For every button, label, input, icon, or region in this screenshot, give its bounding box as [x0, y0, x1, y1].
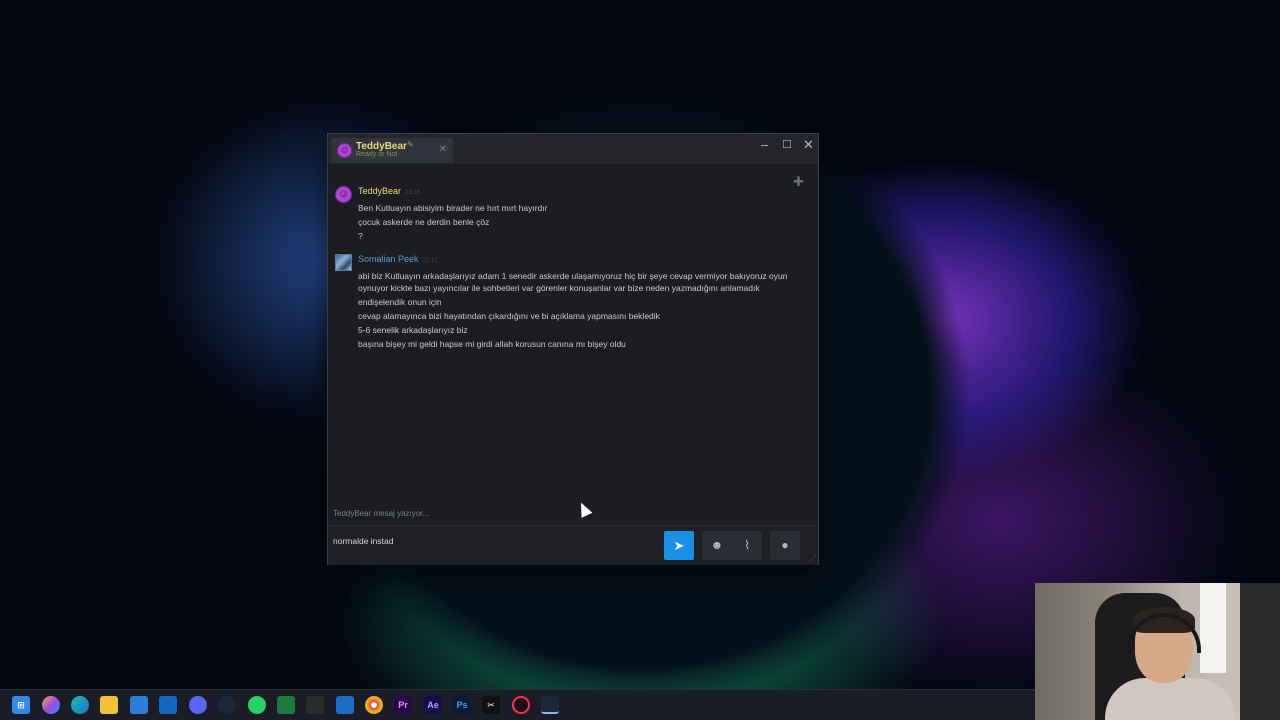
whatsapp-icon[interactable] — [248, 696, 266, 714]
message-sender-name[interactable]: Somalian Peek — [358, 254, 419, 264]
affinity-icon[interactable] — [336, 696, 354, 714]
teddybear-avatar[interactable]: ☺ — [335, 186, 352, 203]
emoji-icon: ☻ — [710, 538, 724, 552]
message-line: başına bişey mi geldi hapse mi girdi all… — [358, 339, 626, 349]
chat-titlebar[interactable]: ☺ TeddyBear ✎ Ready or Not ✕ – ☐ ✕ — [328, 134, 818, 164]
chat-message-input[interactable] — [333, 530, 653, 552]
attach-button[interactable]: ⌇ — [732, 531, 762, 560]
chat-tools: ☻ ⌇ — [702, 531, 762, 560]
resize-grip-icon[interactable]: ⋰ — [808, 554, 816, 563]
unity-icon[interactable] — [306, 696, 324, 714]
chrome-icon[interactable] — [365, 696, 383, 714]
copilot-icon[interactable] — [42, 696, 60, 714]
message-line: Ben Kutluayın abisiyim birader ne hırt m… — [358, 203, 548, 213]
message-sender-row: Somalian Peek 23:17 — [358, 254, 438, 264]
send-icon: ➤ — [673, 538, 685, 553]
windows-start-icon[interactable]: ⊞ — [12, 696, 30, 714]
window-close-icon[interactable]: ✕ — [803, 138, 814, 152]
message-line: 5-6 senelik arkadaşlarıyız biz — [358, 325, 468, 335]
edge-icon[interactable] — [71, 696, 89, 714]
capcut-icon[interactable]: ✂ — [482, 696, 500, 714]
minimize-icon[interactable]: – — [761, 138, 768, 152]
message-sender-name[interactable]: TeddyBear — [358, 186, 401, 196]
message-line: ? — [358, 231, 363, 241]
photoshop-icon[interactable]: Ps — [453, 696, 471, 714]
webcam-person-body — [1105, 678, 1235, 720]
steam-chat-active-icon[interactable] — [541, 696, 559, 714]
teddybear-tab-avatar: ☺ — [337, 143, 352, 158]
steam-icon[interactable] — [218, 696, 236, 714]
message-lines: Ben Kutluayın abisiyim birader ne hırt m… — [358, 201, 798, 243]
message-sender-row: TeddyBear 23:16 — [358, 186, 420, 196]
microsoft-store-icon[interactable] — [130, 696, 148, 714]
tab-friend-status: Ready or Not — [356, 151, 398, 158]
premiere-pro-icon[interactable]: Pr — [394, 696, 412, 714]
typing-indicator: TeddyBear mesaj yazıyor... — [333, 509, 430, 518]
webcam-door — [1200, 583, 1226, 673]
excel-notepad-icon[interactable] — [277, 696, 295, 714]
nickname-leaf-icon: ✎ — [407, 140, 414, 149]
message-line: abi biz Kutluayın arkadaşlarıyız adam 1 … — [358, 271, 788, 293]
chat-input-area: ➤ ☻ ⌇ ● ⋰ — [328, 525, 818, 565]
message-lines: abi biz Kutluayın arkadaşlarıyız adam 1 … — [358, 269, 798, 351]
message-timestamp: 23:16 — [405, 190, 421, 196]
message-group: Somalian Peek 23:17 abi biz Kutluayın ark… — [335, 254, 805, 374]
message-line: çocuk askerde ne derdin benle çöz — [358, 217, 490, 227]
steam-chat-window: ☺ TeddyBear ✎ Ready or Not ✕ – ☐ ✕ ✚ ☺ T… — [327, 133, 819, 565]
emoticon-button[interactable]: ☻ — [702, 531, 732, 560]
webcam-overlay — [1035, 583, 1280, 720]
message-line: cevap alamayınca bizi hayatından çıkardı… — [358, 311, 660, 321]
microphone-icon: ● — [781, 538, 789, 552]
close-tab-icon[interactable]: ✕ — [439, 144, 447, 155]
discord-icon[interactable] — [189, 696, 207, 714]
opera-gx-icon[interactable] — [512, 696, 530, 714]
somalian-peek-avatar[interactable] — [335, 254, 352, 271]
voice-chat-button[interactable]: ● — [770, 531, 800, 560]
chat-tab-teddybear[interactable]: ☺ TeddyBear ✎ Ready or Not ✕ — [331, 138, 453, 163]
paperclip-icon: ⌇ — [744, 538, 750, 552]
message-timestamp: 23:17 — [422, 258, 438, 264]
message-group: ☺ TeddyBear 23:16 Ben Kutluayın abisiyim … — [335, 186, 805, 246]
maximize-icon[interactable]: ☐ — [782, 138, 792, 152]
file-explorer-icon[interactable] — [100, 696, 118, 714]
webcam-shelf — [1240, 583, 1280, 720]
after-effects-icon[interactable]: Ae — [424, 696, 442, 714]
send-button[interactable]: ➤ — [664, 531, 694, 560]
message-line: endişelendik onun için — [358, 297, 442, 307]
outlook-icon[interactable] — [159, 696, 177, 714]
